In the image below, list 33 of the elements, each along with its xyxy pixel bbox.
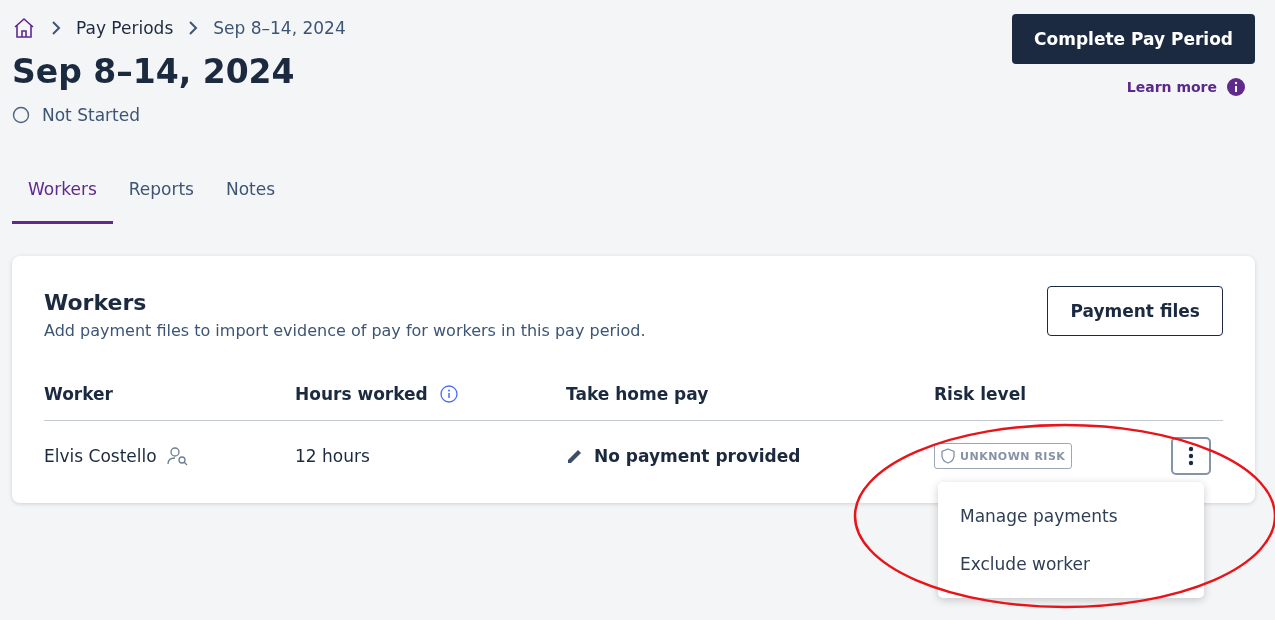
risk-badge: UNKNOWN RISK [934, 443, 1073, 469]
page-title: Sep 8–14, 2024 [12, 52, 296, 91]
more-actions-button[interactable] [1171, 437, 1211, 475]
column-header: Risk level [934, 384, 1027, 404]
status-label: Not Started [42, 105, 140, 125]
breadcrumb-item: Sep 8–14, 2024 [213, 18, 346, 38]
person-search-icon [166, 446, 189, 466]
card-subtitle: Add payment files to import evidence of pay for workers in this pay period. [44, 321, 646, 340]
tab[interactable]: Workers [12, 169, 113, 224]
info-icon [439, 385, 458, 403]
table-cell: 12 hours [295, 446, 370, 466]
learn-more-link[interactable]: Learn more [1126, 78, 1245, 96]
column-header: Hours worked [295, 384, 428, 404]
menu-item[interactable]: Manage payments [938, 492, 1204, 540]
table-cell: No payment provided [594, 446, 801, 466]
menu-item[interactable]: Exclude worker [938, 540, 1204, 588]
kebab-icon [1188, 446, 1194, 466]
complete-pay-period-button[interactable]: Complete Pay Period [1012, 14, 1255, 64]
chevron-icon [187, 20, 200, 36]
pencil-icon [566, 447, 584, 465]
status-circle-icon [12, 106, 30, 124]
info-icon [1227, 78, 1245, 96]
payment-files-button[interactable]: Payment files [1047, 286, 1223, 336]
home-icon [12, 16, 36, 40]
shield-icon [941, 448, 955, 464]
tab[interactable]: Notes [209, 169, 292, 224]
column-header: Take home pay [566, 384, 709, 404]
card-title: Workers [44, 290, 148, 315]
table-cell: Elvis Costello [44, 446, 157, 466]
breadcrumb-item[interactable]: Pay Periods [76, 18, 174, 38]
tab[interactable]: Reports [112, 169, 210, 224]
chevron-icon [50, 20, 62, 36]
column-header: Worker [44, 384, 113, 404]
